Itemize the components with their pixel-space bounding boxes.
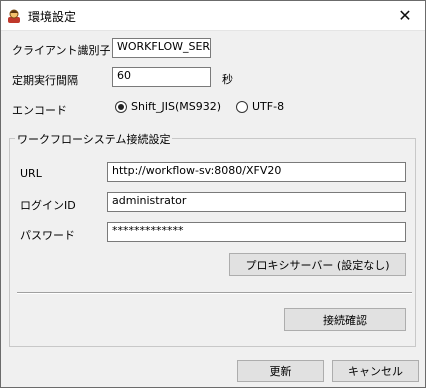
connection-test-button[interactable]: 接続確認: [284, 308, 406, 331]
interval-input[interactable]: 60: [112, 67, 211, 87]
user-app-icon: [8, 9, 20, 23]
radio-utf8-label: UTF-8: [252, 100, 285, 113]
group-title: ワークフローシステム接続設定: [15, 131, 173, 147]
radio-shift-jis[interactable]: Shift_JIS(MS932): [115, 100, 221, 113]
radio-utf8[interactable]: UTF-8: [236, 100, 284, 113]
window-title: 環境設定: [28, 10, 77, 24]
login-id-input[interactable]: administrator: [107, 192, 406, 212]
url-label: URL: [20, 167, 42, 180]
client-id-label: クライアント識別子: [12, 44, 111, 57]
radio-button-checked[interactable]: [115, 100, 127, 113]
settings-window: 環境設定 ✕ クライアント識別子 WORKFLOW_SER\ 定期実行間隔 60…: [0, 0, 426, 388]
interval-unit: 秒: [222, 73, 233, 86]
close-button[interactable]: ✕: [385, 1, 425, 30]
client-id-input[interactable]: WORKFLOW_SER\: [112, 38, 211, 58]
close-icon: ✕: [398, 6, 412, 25]
url-input[interactable]: http://workflow-sv:8080/XFV20: [107, 162, 406, 182]
radio-shift-jis-label: Shift_JIS(MS932): [131, 100, 222, 113]
group-separator: [17, 292, 412, 294]
update-button[interactable]: 更新: [237, 360, 324, 382]
login-id-label: ログインID: [20, 199, 76, 212]
password-input[interactable]: *************: [107, 222, 406, 242]
title-bar: 環境設定 ✕: [1, 1, 425, 31]
interval-label: 定期実行間隔: [12, 74, 78, 87]
radio-button-unchecked[interactable]: [236, 100, 248, 113]
password-label: パスワード: [20, 229, 75, 242]
proxy-settings-button[interactable]: プロキシサーバー (設定なし): [229, 253, 406, 276]
cancel-button[interactable]: キャンセル: [332, 360, 419, 382]
encode-label: エンコード: [12, 104, 67, 117]
